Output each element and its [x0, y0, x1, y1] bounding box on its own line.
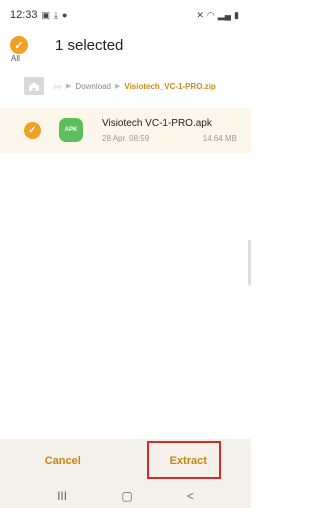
check-icon: ✓ [28, 125, 37, 136]
selection-header: ✓ All 1 selected [0, 30, 251, 70]
selection-count-title: 1 selected [55, 37, 124, 54]
cancel-button[interactable]: Cancel [0, 439, 126, 483]
breadcrumb-item-current[interactable]: Visiotech_VC-1-PRO.zip [124, 82, 215, 91]
status-bar: 12:33 ▣ ⤓ ● ✕ ◠ ▂▄ ▮ [0, 0, 251, 30]
scrollbar[interactable] [248, 240, 251, 285]
extract-button[interactable]: Extract [126, 439, 252, 483]
check-icon: ✓ [14, 39, 24, 52]
select-all-label: All [11, 54, 20, 63]
mute-icon: ✕ [196, 9, 204, 20]
file-checkbox[interactable]: ✓ [24, 122, 41, 139]
file-date: 28 Apr. 08:59 [102, 134, 150, 143]
battery-icon: ▮ [234, 9, 239, 20]
breadcrumb-item-download[interactable]: Download [75, 82, 111, 91]
crumb-root-icon[interactable]: ▹▹ [54, 82, 62, 91]
status-time: 12:33 [10, 9, 38, 21]
wifi-icon: ◠ [206, 9, 215, 20]
apk-icon-label: APK [64, 127, 78, 133]
file-list-item[interactable]: ✓ APK Visiotech VC-1-PRO.apk 28 Apr. 08:… [0, 108, 251, 153]
action-bar: Cancel Extract [0, 439, 251, 483]
breadcrumb: ▹▹ ▶ Download ▶ Visiotech_VC-1-PRO.zip [0, 74, 251, 98]
file-name: Visiotech VC-1-PRO.apk [102, 118, 212, 129]
chevron-right-icon: ▶ [66, 83, 72, 90]
file-size: 14.64 MB [202, 134, 237, 143]
home-folder-icon[interactable] [24, 77, 44, 95]
circle-icon: ● [62, 10, 68, 20]
image-icon: ▣ [41, 9, 51, 20]
select-all-checkbox[interactable]: ✓ [10, 36, 28, 54]
download-icon: ⤓ [54, 9, 59, 20]
house-icon [29, 81, 39, 91]
chevron-right-icon: ▶ [115, 83, 121, 90]
apk-file-icon: APK [59, 118, 83, 142]
signal-icon: ▂▄ [217, 9, 232, 20]
status-right: ✕ ◠ ▂▄ ▮ [196, 10, 239, 21]
back-button[interactable]: < [187, 489, 194, 503]
recents-button[interactable]: III [57, 489, 67, 503]
status-left: 12:33 ▣ ⤓ ● [10, 9, 67, 21]
home-button[interactable]: ▢ [121, 489, 132, 503]
navigation-bar: III ▢ < [0, 483, 251, 508]
